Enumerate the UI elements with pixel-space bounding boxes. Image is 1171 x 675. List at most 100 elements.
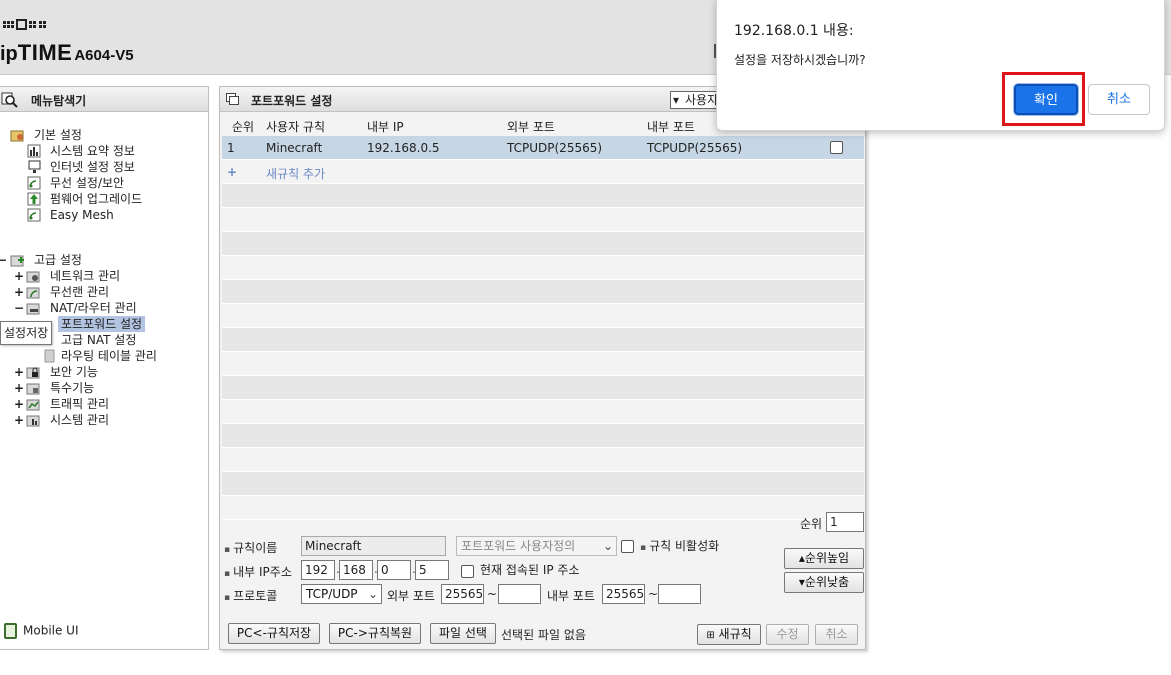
iptime-logo-icon: [3, 19, 46, 30]
chevron-down-icon: ⌄: [367, 587, 378, 601]
disable-rule-label: 규칙 비활성화: [640, 537, 719, 554]
mobile-ui-link[interactable]: Mobile UI: [4, 623, 79, 639]
add-icon: +: [227, 165, 238, 179]
tree-item-label: 포트포워드 설정: [58, 316, 146, 332]
rules-table: 순위 사용자 규칙 내부 IP 외부 포트 내부 포트 1 Minecraft …: [222, 114, 864, 520]
brand-logo: ipTIME A604-V5: [0, 40, 134, 66]
row-checkbox[interactable]: [830, 141, 843, 154]
external-port-from[interactable]: 25565: [441, 584, 484, 604]
table-row-add[interactable]: + 새규칙 추가: [222, 160, 864, 184]
expand-icon[interactable]: +: [14, 364, 24, 380]
collapse-icon[interactable]: −: [14, 300, 24, 316]
expand-icon[interactable]: +: [14, 412, 24, 428]
table-row-empty: [222, 472, 864, 496]
col-rule-name: 사용자 규칙: [266, 120, 326, 134]
no-file-label: 선택된 파일 없음: [501, 628, 586, 642]
table-row[interactable]: 1 Minecraft 192.168.0.5 TCPUDP(25565) TC…: [222, 136, 864, 160]
ip-octet-1[interactable]: 192: [301, 560, 335, 580]
save-to-pc-button[interactable]: PC<-규칙저장: [228, 623, 320, 644]
table-row-empty: [222, 424, 864, 448]
disable-rule-checkbox[interactable]: [621, 540, 634, 553]
cancel-button[interactable]: 취소: [815, 624, 858, 645]
protocol-label: 프로토콜: [224, 587, 277, 604]
expand-icon[interactable]: +: [14, 380, 24, 396]
current-ip-checkbox[interactable]: [461, 565, 474, 578]
port-forward-title: 포트포워드 설정: [251, 94, 333, 108]
tree-item-label: 시스템 요약 정보: [50, 144, 135, 158]
tree-item-label: 펌웨어 업그레이드: [50, 192, 143, 206]
table-row-empty: [222, 448, 864, 472]
table-row-empty: [222, 304, 864, 328]
tree-item-label: 네트워크 관리: [50, 269, 121, 283]
port-forward-panel: 포트포워드 설정 사용자 순위 사용자 규칙 내부 IP 외부 포트 내부 포트…: [219, 86, 866, 650]
rule-name-label: 규칙이름: [224, 539, 277, 556]
expand-icon[interactable]: +: [14, 268, 24, 284]
col-internal-port: 내부 포트: [647, 120, 695, 134]
table-row-empty: [222, 352, 864, 376]
ip-octet-2[interactable]: 168: [339, 560, 373, 580]
current-ip-label: 현재 접속된 IP 주소: [480, 563, 580, 577]
tree-basic-settings-label: 기본 설정: [34, 128, 82, 142]
cell-rank: 1: [227, 141, 235, 155]
dialog-message: 설정을 저장하시겠습니까?: [734, 53, 866, 67]
cell-internal-ip: 192.168.0.5: [367, 141, 440, 155]
mobile-ui-label: Mobile UI: [23, 623, 79, 638]
rank-input[interactable]: 1: [826, 512, 864, 532]
new-rule-button[interactable]: ⊞ 새규칙: [697, 624, 761, 645]
new-rule-label: 새규칙: [718, 627, 752, 641]
rule-name-input[interactable]: Minecraft: [301, 536, 446, 556]
cell-external-port: TCPUDP(25565): [507, 141, 603, 155]
dialog-cancel-button[interactable]: 취소: [1088, 84, 1150, 115]
tree-item-label: 트래픽 관리: [50, 397, 110, 411]
preset-select-value: 포트포워드 사용자정의: [461, 539, 576, 553]
dialog-ok-button[interactable]: 확인: [1013, 83, 1079, 116]
collapse-icon[interactable]: −: [0, 252, 7, 268]
ip-octet-3[interactable]: 0: [377, 560, 411, 580]
tree-item-label: Easy Mesh: [50, 208, 114, 222]
rank-up-button[interactable]: ▴순위높임: [784, 548, 864, 569]
rank-label: 순위: [800, 517, 823, 531]
save-settings-tooltip: 설정저장: [0, 321, 53, 345]
expand-icon[interactable]: +: [14, 396, 24, 412]
mobile-phone-icon: [4, 623, 17, 639]
preset-select[interactable]: 포트포워드 사용자정의 ⌄: [456, 536, 617, 556]
upgrade-icon: [27, 192, 41, 206]
table-row-empty: [222, 400, 864, 424]
internal-port-to[interactable]: [658, 584, 701, 604]
folder-special-icon: [26, 383, 40, 395]
range-tilde: ~: [487, 587, 498, 601]
ip-octet-4[interactable]: 5: [415, 560, 449, 580]
expand-icon[interactable]: +: [14, 284, 24, 300]
rank-down-button[interactable]: ▾순위낮춤: [784, 572, 864, 593]
monitor-icon: [28, 160, 41, 173]
tree-item-label: 무선 설정/보안: [50, 176, 125, 190]
folder-add-icon: [10, 255, 24, 267]
restore-from-pc-button[interactable]: PC->규칙복원: [329, 623, 421, 644]
internal-port-from[interactable]: 25565: [602, 584, 645, 604]
table-row-empty: [222, 256, 864, 280]
menu-tree: 기본 설정 시스템 요약 정보 인터넷 설정 정보 무선 설정/보안 펌웨어 업…: [0, 87, 209, 651]
wireless-icon: [27, 176, 41, 190]
mesh-icon: [27, 208, 41, 222]
modify-button[interactable]: 수정: [766, 624, 809, 645]
external-port-to[interactable]: [498, 584, 541, 604]
tree-item-label: 특수기능: [50, 381, 95, 395]
add-rule-link[interactable]: 새규칙 추가: [266, 165, 325, 182]
protocol-select[interactable]: TCP/UDP ⌄: [301, 584, 382, 604]
tree-item-label: 라우팅 테이블 관리: [61, 349, 157, 363]
chevron-down-icon: ⌄: [602, 539, 613, 553]
col-rank: 순위: [232, 120, 255, 134]
table-row-empty: [222, 376, 864, 400]
cell-internal-port: TCPUDP(25565): [647, 141, 743, 155]
tree-item-label: 고급 NAT 설정: [61, 333, 137, 347]
col-external-port: 외부 포트: [507, 120, 555, 134]
folder-system-icon: [26, 415, 40, 427]
choose-file-button[interactable]: 파일 선택: [430, 623, 496, 644]
tree-advanced-settings-label: 고급 설정: [34, 253, 82, 267]
chart-icon: [27, 144, 41, 158]
col-internal-ip: 내부 IP: [367, 120, 404, 134]
range-tilde: ~: [648, 587, 659, 601]
table-row-empty: [222, 280, 864, 304]
folder-traffic-icon: [26, 399, 40, 411]
rule-edit-form: 규칙이름 Minecraft 포트포워드 사용자정의 ⌄ 규칙 비활성화 내부 I…: [222, 512, 864, 647]
